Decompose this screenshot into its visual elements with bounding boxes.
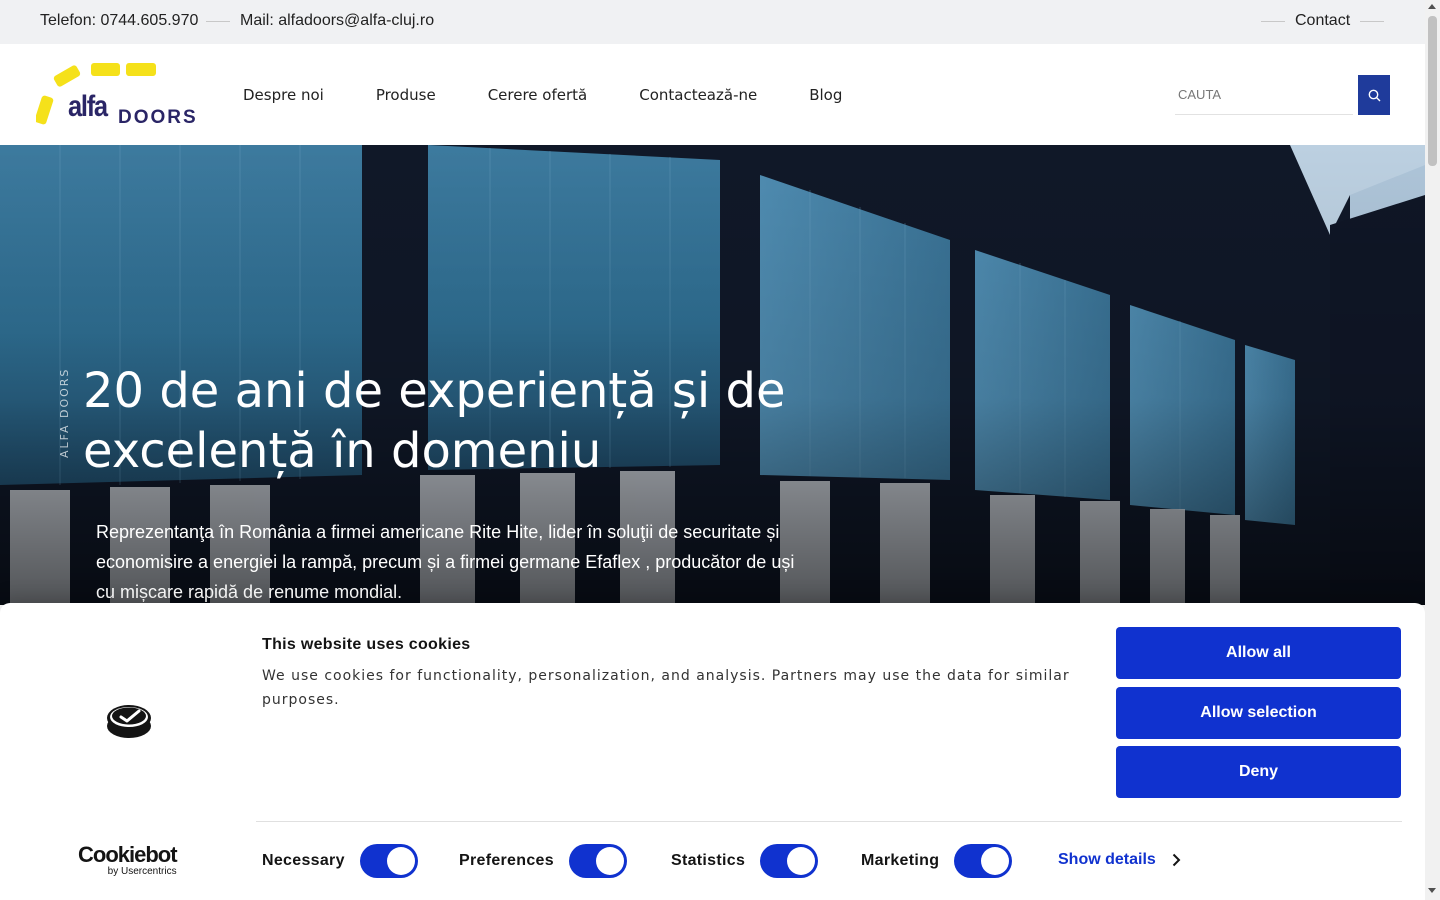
switch-knob xyxy=(386,847,415,875)
hero-section: ALFA DOORS 20 de ani de experiență și de… xyxy=(0,145,1425,605)
switch-knob xyxy=(595,847,624,875)
switch-knob xyxy=(787,847,816,875)
cookie-title: This website uses cookies xyxy=(262,636,471,653)
nav-item-despre-noi[interactable]: Despre noi xyxy=(243,86,324,104)
nav-item-blog[interactable]: Blog xyxy=(809,86,842,104)
show-details-label: Show details xyxy=(1058,851,1156,868)
hero-description: Reprezentanţa în România a firmei americ… xyxy=(96,522,795,602)
separator xyxy=(206,21,230,22)
cookie-divider xyxy=(256,821,1402,822)
toggle-necessary: Necessary xyxy=(262,844,418,878)
scroll-up-icon[interactable] xyxy=(1428,4,1436,9)
separator xyxy=(1360,21,1384,22)
cookiebot-brand: Cookiebot by Usercentrics xyxy=(78,842,178,878)
logo-doors-text: DOORS xyxy=(118,107,198,128)
cookie-description: We use cookies for functionality, person… xyxy=(262,668,1070,708)
hero-title: 20 de ani de experiență și de excelență … xyxy=(83,363,786,479)
phone-text: Telefon: 0744.605.970 xyxy=(40,12,199,29)
top-bar: Telefon: 0744.605.970 Mail: alfadoors@al… xyxy=(0,0,1425,44)
nav-item-cerere-oferta[interactable]: Cerere ofertă xyxy=(488,86,588,104)
search-button[interactable] xyxy=(1358,75,1390,115)
toggle-preferences: Preferences xyxy=(459,844,627,878)
hero-side-label: ALFA DOORS xyxy=(58,367,71,458)
toggle-necessary-label: Necessary xyxy=(262,852,345,869)
logo-alfa-text: alfa xyxy=(68,90,108,123)
show-details-link[interactable]: Show details xyxy=(1058,851,1181,869)
nav-item-produse[interactable]: Produse xyxy=(376,86,436,104)
toggle-marketing: Marketing xyxy=(861,844,1013,878)
cookiebot-brand-by: by Usercentrics xyxy=(107,866,177,877)
marketing-switch[interactable] xyxy=(954,844,1013,878)
search-icon xyxy=(1368,89,1380,101)
allow-selection-button[interactable]: Allow selection xyxy=(1116,687,1401,739)
scroll-down-icon[interactable] xyxy=(1428,888,1436,893)
contact-link[interactable]: Contact xyxy=(1295,12,1350,30)
cookie-banner: Cookiebot by Usercentrics This website u… xyxy=(0,603,1425,900)
separator xyxy=(1261,21,1285,22)
chevron-right-icon xyxy=(1172,853,1181,867)
statistics-switch[interactable] xyxy=(760,844,819,878)
toggle-statistics-label: Statistics xyxy=(671,852,746,869)
cookiebot-logo-icon xyxy=(107,705,151,738)
cookiebot-brand-name: Cookiebot xyxy=(78,842,178,867)
scrollbar-thumb[interactable] xyxy=(1428,16,1437,166)
necessary-switch[interactable] xyxy=(359,844,418,878)
search-input[interactable] xyxy=(1175,75,1353,115)
allow-all-button[interactable]: Allow all xyxy=(1116,627,1401,679)
alfa-doors-logo[interactable]: alfa DOORS xyxy=(36,62,206,130)
site-header: alfa DOORS Despre noi Produse Cerere ofe… xyxy=(0,44,1425,145)
main-nav: Despre noi Produse Cerere ofertă Contact… xyxy=(243,86,894,104)
page-scrollbar[interactable] xyxy=(1425,0,1440,900)
switch-knob xyxy=(981,847,1010,875)
preferences-switch[interactable] xyxy=(568,844,627,878)
toggle-statistics: Statistics xyxy=(671,844,819,878)
mail-text: Mail: alfadoors@alfa-cluj.ro xyxy=(240,12,435,29)
toggle-preferences-label: Preferences xyxy=(459,852,554,869)
toggle-marketing-label: Marketing xyxy=(861,852,940,869)
nav-item-contacteaza-ne[interactable]: Contactează-ne xyxy=(639,86,757,104)
deny-button[interactable]: Deny xyxy=(1116,746,1401,798)
